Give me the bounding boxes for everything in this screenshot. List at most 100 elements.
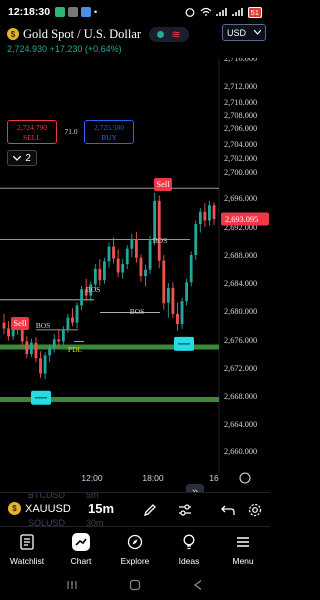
symbol-title[interactable]: Gold Spot / U.S. Dollar bbox=[23, 27, 141, 42]
candle-body bbox=[153, 200, 157, 241]
nav-label: Chart bbox=[70, 556, 92, 566]
symbol-search-button[interactable]: $ XAUUSD bbox=[8, 502, 73, 515]
price-axis-label: 2,680.000 bbox=[224, 307, 257, 316]
home-icon[interactable] bbox=[129, 579, 141, 591]
candle-body bbox=[29, 342, 33, 354]
candle-body bbox=[112, 246, 115, 259]
candle-body bbox=[198, 211, 202, 225]
gold-symbol-icon: $ bbox=[8, 502, 21, 515]
candle-body bbox=[107, 246, 111, 262]
more-dot-icon: • bbox=[94, 7, 98, 17]
wifi-icon bbox=[200, 7, 212, 16]
candle-body bbox=[48, 347, 52, 356]
signal-icon bbox=[231, 8, 243, 16]
chart-toolbar: BTCUSD 5m SOLUSD 30m $ XAUUSD 15m bbox=[0, 492, 270, 526]
price-axis-label: 2,708.000 bbox=[224, 111, 257, 120]
candle-body bbox=[148, 240, 152, 270]
candle-body bbox=[34, 342, 38, 359]
sell-button[interactable]: 2,724.790 SELL bbox=[7, 120, 57, 144]
app-notification-icon bbox=[81, 7, 92, 17]
price-axis-label: 2,688.000 bbox=[224, 251, 257, 260]
chart-area[interactable]: Sell Sell BOS BOS BOS BOS PDL 2,716.000 2,712.00… bbox=[0, 58, 270, 519]
candle-body bbox=[2, 322, 6, 329]
nav-watchlist[interactable]: Watchlist bbox=[0, 527, 54, 570]
candle-body bbox=[75, 305, 79, 323]
live-status-badge[interactable]: ≋ bbox=[149, 27, 189, 42]
drawing-tools-button[interactable] bbox=[141, 501, 159, 519]
indicators-toggle[interactable]: 2 bbox=[7, 150, 37, 166]
candle-body bbox=[203, 211, 207, 221]
candle-body bbox=[7, 328, 10, 337]
nav-label: Ideas bbox=[178, 556, 200, 566]
candle-body bbox=[93, 269, 97, 285]
chart-settings-button[interactable] bbox=[246, 501, 264, 519]
current-price-label: 2,693.095 bbox=[225, 215, 258, 224]
indicators-button[interactable] bbox=[176, 501, 194, 519]
price-axis-label: 2,684.000 bbox=[224, 279, 257, 288]
candle-body bbox=[134, 239, 138, 258]
toolbar-symbol: XAUUSD bbox=[25, 502, 71, 515]
buy-button[interactable]: 2,725.500 BUY bbox=[84, 120, 134, 144]
app-notification-icon bbox=[68, 7, 79, 17]
candle-body bbox=[194, 224, 198, 255]
undo-button[interactable] bbox=[219, 501, 237, 519]
price-axis-label: 2,660.000 bbox=[224, 447, 257, 456]
pdl-label: PDL bbox=[68, 345, 83, 354]
candle-body bbox=[66, 317, 70, 330]
candle-body bbox=[139, 257, 143, 276]
nav-ideas[interactable]: Ideas bbox=[162, 527, 216, 570]
candle-body bbox=[189, 255, 193, 283]
currency-select[interactable]: USD bbox=[222, 24, 266, 41]
candle-body bbox=[144, 269, 147, 276]
ghost-interval: 5m bbox=[86, 492, 99, 500]
candle-body bbox=[157, 200, 161, 261]
buy-price: 2,725.500 bbox=[94, 123, 124, 132]
system-nav-bar bbox=[0, 570, 270, 600]
signal-icon bbox=[215, 8, 227, 16]
gold-symbol-icon: $ bbox=[7, 28, 19, 40]
watchlist-icon bbox=[18, 533, 36, 551]
back-icon[interactable] bbox=[192, 579, 204, 591]
symbol-price-row: 2,724.930 +17.230 (+0.64%) bbox=[7, 44, 122, 54]
recent-apps-icon[interactable] bbox=[66, 580, 78, 590]
market-open-icon bbox=[157, 31, 165, 38]
nav-explore[interactable]: Explore bbox=[108, 527, 162, 570]
candle-body bbox=[39, 358, 42, 374]
app-notification-icon bbox=[55, 7, 66, 17]
candle-body bbox=[125, 248, 129, 265]
price-change: +17.230 (+0.64%) bbox=[49, 44, 122, 54]
sell-price: 2,724.790 bbox=[17, 123, 47, 132]
last-price: 2,724.930 bbox=[7, 44, 48, 54]
time-axis-label: 12:00 bbox=[81, 473, 103, 483]
nav-chart[interactable]: Chart bbox=[54, 527, 108, 570]
chevron-down-icon bbox=[13, 155, 22, 161]
candle-body bbox=[185, 282, 189, 302]
wave-icon: ≋ bbox=[171, 28, 181, 41]
undo-icon bbox=[221, 505, 235, 515]
price-axis-label: 2,710.000 bbox=[224, 98, 257, 107]
candle-body bbox=[116, 258, 120, 273]
indicator-count: 2 bbox=[25, 152, 31, 164]
ghost-interval: 30m bbox=[86, 518, 104, 526]
candle-body bbox=[25, 341, 29, 354]
candle-body bbox=[71, 317, 74, 323]
currency-value: USD bbox=[227, 27, 247, 38]
candle-body bbox=[176, 313, 179, 325]
time-axis-label: 18:00 bbox=[142, 473, 164, 483]
candle-body bbox=[52, 339, 56, 348]
spread-value: 71.0 bbox=[64, 127, 78, 136]
price-axis-label: 2,712.000 bbox=[224, 82, 257, 91]
interval-button[interactable]: 15m bbox=[86, 501, 117, 516]
lightbulb-icon bbox=[180, 533, 198, 551]
price-axis-label: 2,706.000 bbox=[224, 124, 257, 133]
scroll-ghost-list: BTCUSD 5m SOLUSD 30m bbox=[28, 492, 104, 526]
time-axis-label: 16 bbox=[209, 473, 219, 483]
candle-body bbox=[80, 289, 84, 306]
price-axis-label: 2,704.000 bbox=[224, 140, 257, 149]
compass-icon bbox=[126, 533, 144, 551]
price-axis-label: 2,676.000 bbox=[224, 336, 257, 345]
price-axis-label: 2,664.000 bbox=[224, 420, 257, 429]
bos-label: BOS bbox=[36, 321, 51, 330]
nav-menu[interactable]: Menu bbox=[216, 527, 270, 570]
ghost-symbol: BTCUSD bbox=[28, 492, 66, 500]
